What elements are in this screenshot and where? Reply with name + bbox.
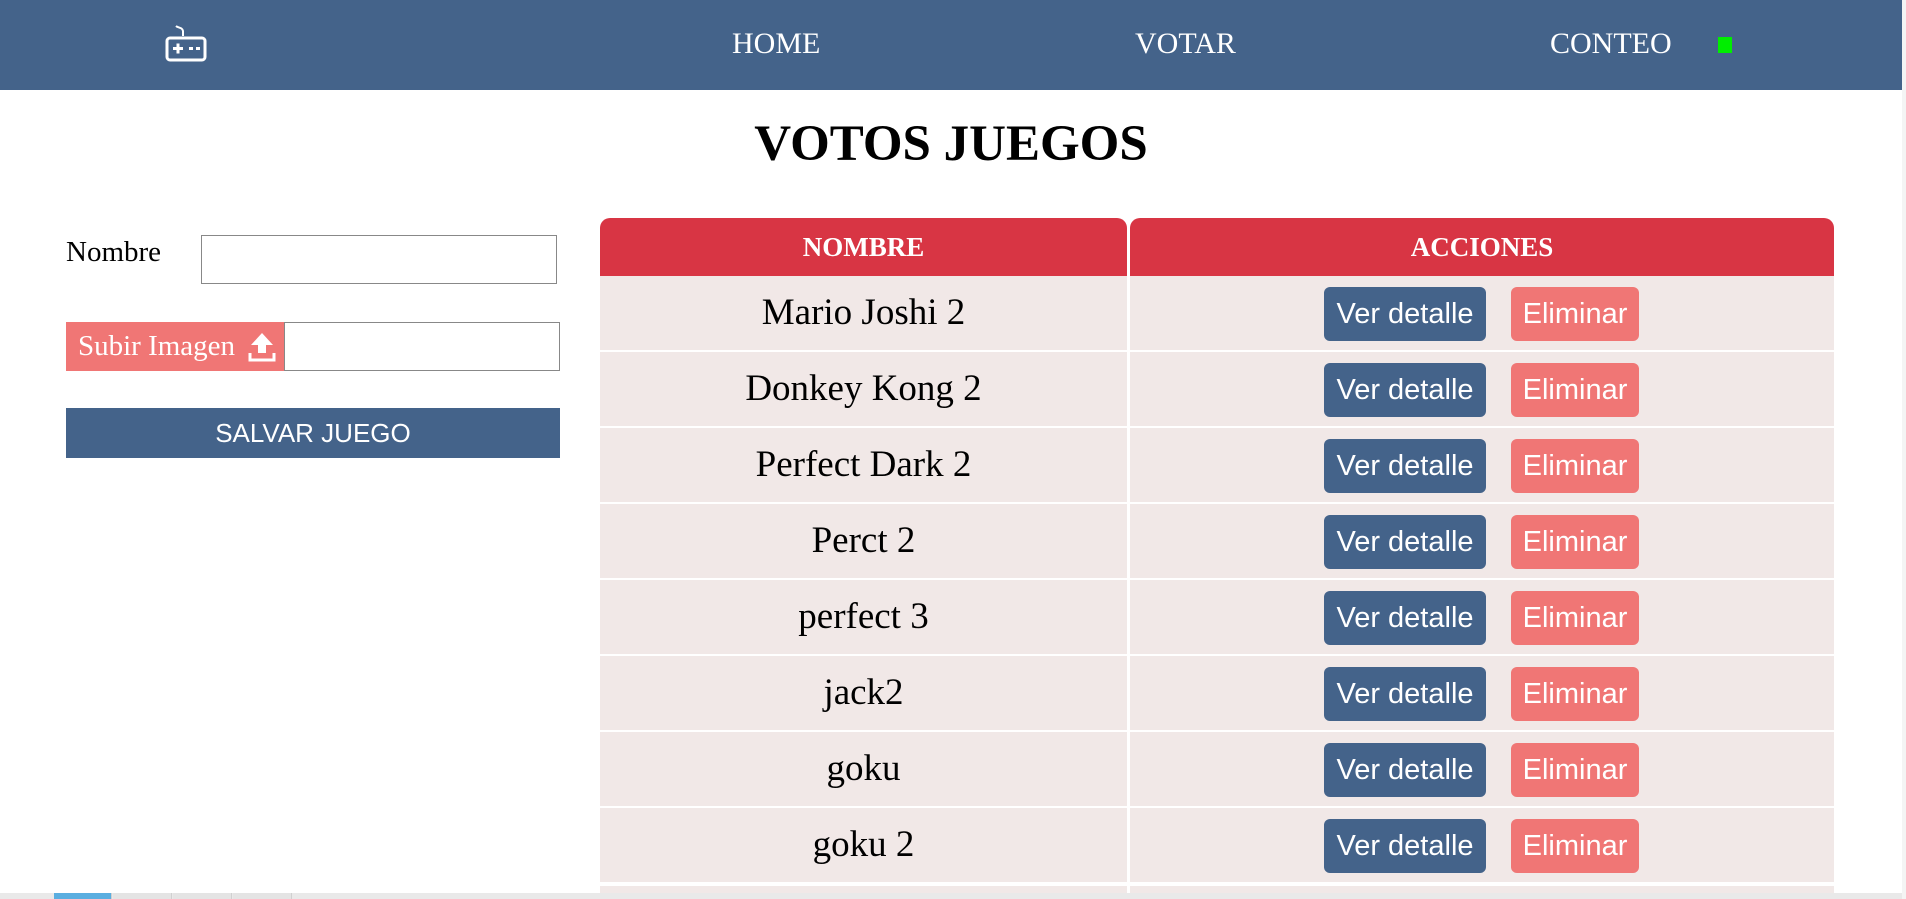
actions-cell: Ver detalle Eliminar bbox=[1130, 580, 1834, 656]
upload-image-button[interactable]: Subir Imagen bbox=[66, 322, 284, 371]
delete-button[interactable]: Eliminar bbox=[1511, 439, 1639, 493]
view-detail-button[interactable]: Ver detalle bbox=[1324, 439, 1486, 493]
table-row: goku Ver detalle Eliminar bbox=[600, 732, 1834, 808]
games-table: NOMBRE ACCIONES Mario Joshi 2 Ver detalle… bbox=[600, 218, 1834, 884]
table-row: Mario Joshi 2 Ver detalle Eliminar bbox=[600, 276, 1834, 352]
view-detail-button[interactable]: Ver detalle bbox=[1324, 667, 1486, 721]
view-detail-button[interactable]: Ver detalle bbox=[1324, 287, 1486, 341]
window-right-edge bbox=[1902, 0, 1906, 899]
strip-tab[interactable] bbox=[173, 893, 232, 899]
delete-button[interactable]: Eliminar bbox=[1511, 591, 1639, 645]
bottom-scroll-strip bbox=[0, 893, 1902, 899]
strip-tab[interactable] bbox=[113, 893, 172, 899]
name-input[interactable] bbox=[201, 235, 557, 284]
game-name-cell: perfect 3 bbox=[600, 580, 1127, 656]
table-row: goku 2 Ver detalle Eliminar bbox=[600, 808, 1834, 884]
game-name-cell: goku 2 bbox=[600, 808, 1127, 884]
upload-file-field[interactable] bbox=[284, 322, 560, 371]
table-body: Mario Joshi 2 Ver detalle Eliminar Donkey K… bbox=[600, 276, 1834, 884]
view-detail-button[interactable]: Ver detalle bbox=[1324, 819, 1486, 873]
actions-cell: Ver detalle Eliminar bbox=[1130, 732, 1834, 808]
delete-button[interactable]: Eliminar bbox=[1511, 743, 1639, 797]
game-name-cell: jack2 bbox=[600, 656, 1127, 732]
actions-cell: Ver detalle Eliminar bbox=[1130, 656, 1834, 732]
game-name-cell: Mario Joshi 2 bbox=[600, 276, 1127, 352]
game-name-cell: Donkey Kong 2 bbox=[600, 352, 1127, 428]
table-row: Perct 2 Ver detalle Eliminar bbox=[600, 504, 1834, 580]
page-title: VOTOS JUEGOS bbox=[754, 116, 1148, 172]
strip-tab[interactable] bbox=[233, 893, 292, 899]
game-name-cell: Perct 2 bbox=[600, 504, 1127, 580]
nav-link-votar[interactable]: VOTAR bbox=[1135, 24, 1236, 64]
gamepad-icon[interactable] bbox=[164, 24, 208, 64]
delete-button[interactable]: Eliminar bbox=[1511, 819, 1639, 873]
nav-link-conteo[interactable]: CONTEO bbox=[1550, 24, 1672, 64]
table-row: jack2 Ver detalle Eliminar bbox=[600, 656, 1834, 732]
table-row: Donkey Kong 2 Ver detalle Eliminar bbox=[600, 352, 1834, 428]
view-detail-button[interactable]: Ver detalle bbox=[1324, 363, 1486, 417]
upload-image-label: Subir Imagen bbox=[78, 330, 236, 362]
delete-button[interactable]: Eliminar bbox=[1511, 667, 1639, 721]
delete-button[interactable]: Eliminar bbox=[1511, 287, 1639, 341]
table-header: NOMBRE ACCIONES bbox=[600, 218, 1834, 276]
view-detail-button[interactable]: Ver detalle bbox=[1324, 591, 1486, 645]
view-detail-button[interactable]: Ver detalle bbox=[1324, 743, 1486, 797]
view-detail-button[interactable]: Ver detalle bbox=[1324, 515, 1486, 569]
game-name-cell: goku bbox=[600, 732, 1127, 808]
actions-cell: Ver detalle Eliminar bbox=[1130, 504, 1834, 580]
column-header-nombre: NOMBRE bbox=[600, 218, 1127, 276]
nav-link-home[interactable]: HOME bbox=[732, 24, 820, 64]
actions-cell: Ver detalle Eliminar bbox=[1130, 428, 1834, 504]
game-name-cell: Perfect Dark 2 bbox=[600, 428, 1127, 504]
actions-cell: Ver detalle Eliminar bbox=[1130, 276, 1834, 352]
name-label: Nombre bbox=[66, 236, 162, 268]
table-row: perfect 3 Ver detalle Eliminar bbox=[600, 580, 1834, 656]
top-navbar: HOME VOTAR CONTEO bbox=[0, 0, 1902, 90]
actions-cell: Ver detalle Eliminar bbox=[1130, 808, 1834, 884]
delete-button[interactable]: Eliminar bbox=[1511, 363, 1639, 417]
actions-cell: Ver detalle Eliminar bbox=[1130, 352, 1834, 428]
delete-button[interactable]: Eliminar bbox=[1511, 515, 1639, 569]
save-game-button[interactable]: SALVAR JUEGO bbox=[66, 408, 560, 458]
strip-tab-active[interactable] bbox=[54, 893, 112, 899]
table-row: Perfect Dark 2 Ver detalle Eliminar bbox=[600, 428, 1834, 504]
status-indicator bbox=[1718, 37, 1732, 53]
column-header-acciones: ACCIONES bbox=[1130, 218, 1834, 276]
upload-icon bbox=[247, 330, 277, 362]
